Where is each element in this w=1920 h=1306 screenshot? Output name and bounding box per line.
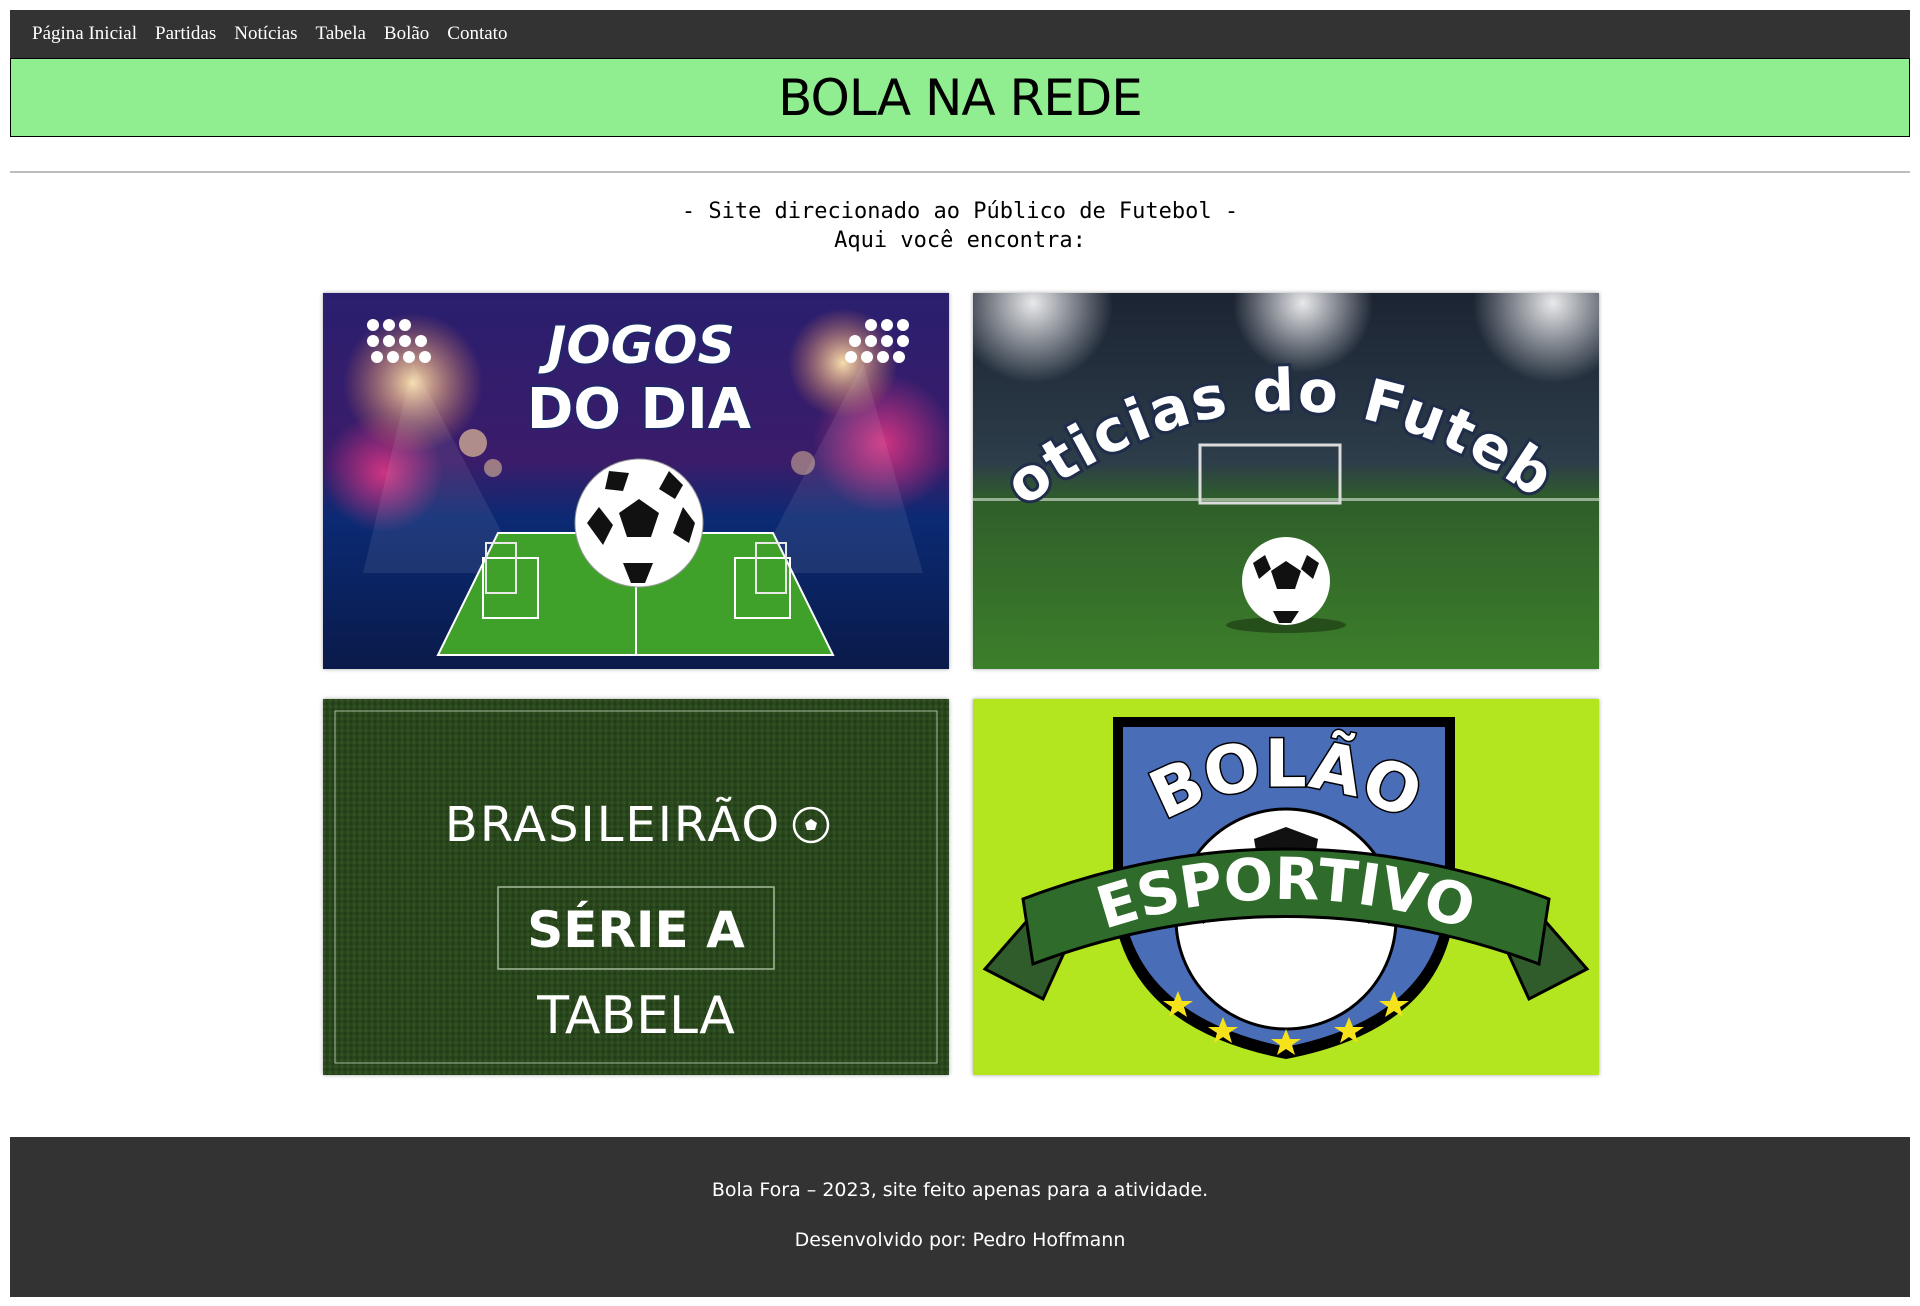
intro-text: - Site direcionado ao Público de Futebol… bbox=[10, 197, 1910, 255]
tabela-label: TABELA bbox=[536, 986, 735, 1046]
noticias-do-futebol-image: Noticias do Futebol bbox=[973, 293, 1599, 669]
nav-link-tabela[interactable]: Tabela bbox=[307, 23, 375, 45]
site-footer: Bola Fora – 2023, site feito apenas para… bbox=[10, 1137, 1910, 1297]
jogos-do-dia-image: JOGOS DO DIA bbox=[323, 293, 949, 669]
card-brasileirao-tabela[interactable]: BRASILEIRÃO SÉRIE A TABELA bbox=[323, 699, 949, 1075]
footer-copyright: Bola Fora – 2023, site feito apenas para… bbox=[711, 1179, 1209, 1201]
serie-a-label: SÉRIE A bbox=[527, 900, 745, 959]
footer-developer: Desenvolvido por: Pedro Hoffmann bbox=[794, 1229, 1126, 1251]
site-banner: BOLA NA REDE bbox=[10, 58, 1910, 137]
nav-link-contato[interactable]: Contato bbox=[438, 23, 516, 45]
jogos-title-line-1: JOGOS bbox=[538, 316, 735, 376]
nav-link-home[interactable]: Página Inicial bbox=[22, 23, 146, 45]
jogos-title-line-2: DO DIA bbox=[527, 377, 752, 442]
top-navigation: Página Inicial Partidas Notícias Tabela … bbox=[10, 10, 1910, 58]
nav-link-partidas[interactable]: Partidas bbox=[146, 23, 225, 45]
nav-link-bolao[interactable]: Bolão bbox=[375, 23, 438, 45]
intro-line-2: Aqui você encontra: bbox=[834, 228, 1086, 253]
card-jogos-do-dia[interactable]: JOGOS DO DIA bbox=[323, 293, 949, 669]
brasileirao-tabela-image: BRASILEIRÃO SÉRIE A TABELA bbox=[323, 699, 949, 1075]
card-bolao-esportivo[interactable]: BOLÃO ESPORTIVO bbox=[973, 699, 1599, 1075]
card-noticias-do-futebol[interactable]: Noticias do Futebol bbox=[973, 293, 1599, 669]
nav-link-noticias[interactable]: Notícias bbox=[225, 23, 306, 45]
intro-line-1: - Site direcionado ao Público de Futebol… bbox=[681, 199, 1239, 224]
divider bbox=[10, 171, 1910, 173]
site-title: BOLA NA REDE bbox=[778, 68, 1143, 127]
brasileirao-label: BRASILEIRÃO bbox=[445, 797, 781, 853]
feature-grid: JOGOS DO DIA oticias do Futeb BRASILEIRÃ… bbox=[323, 293, 1599, 1075]
bolao-esportivo-image: BOLÃO ESPORTIVO bbox=[973, 699, 1599, 1075]
